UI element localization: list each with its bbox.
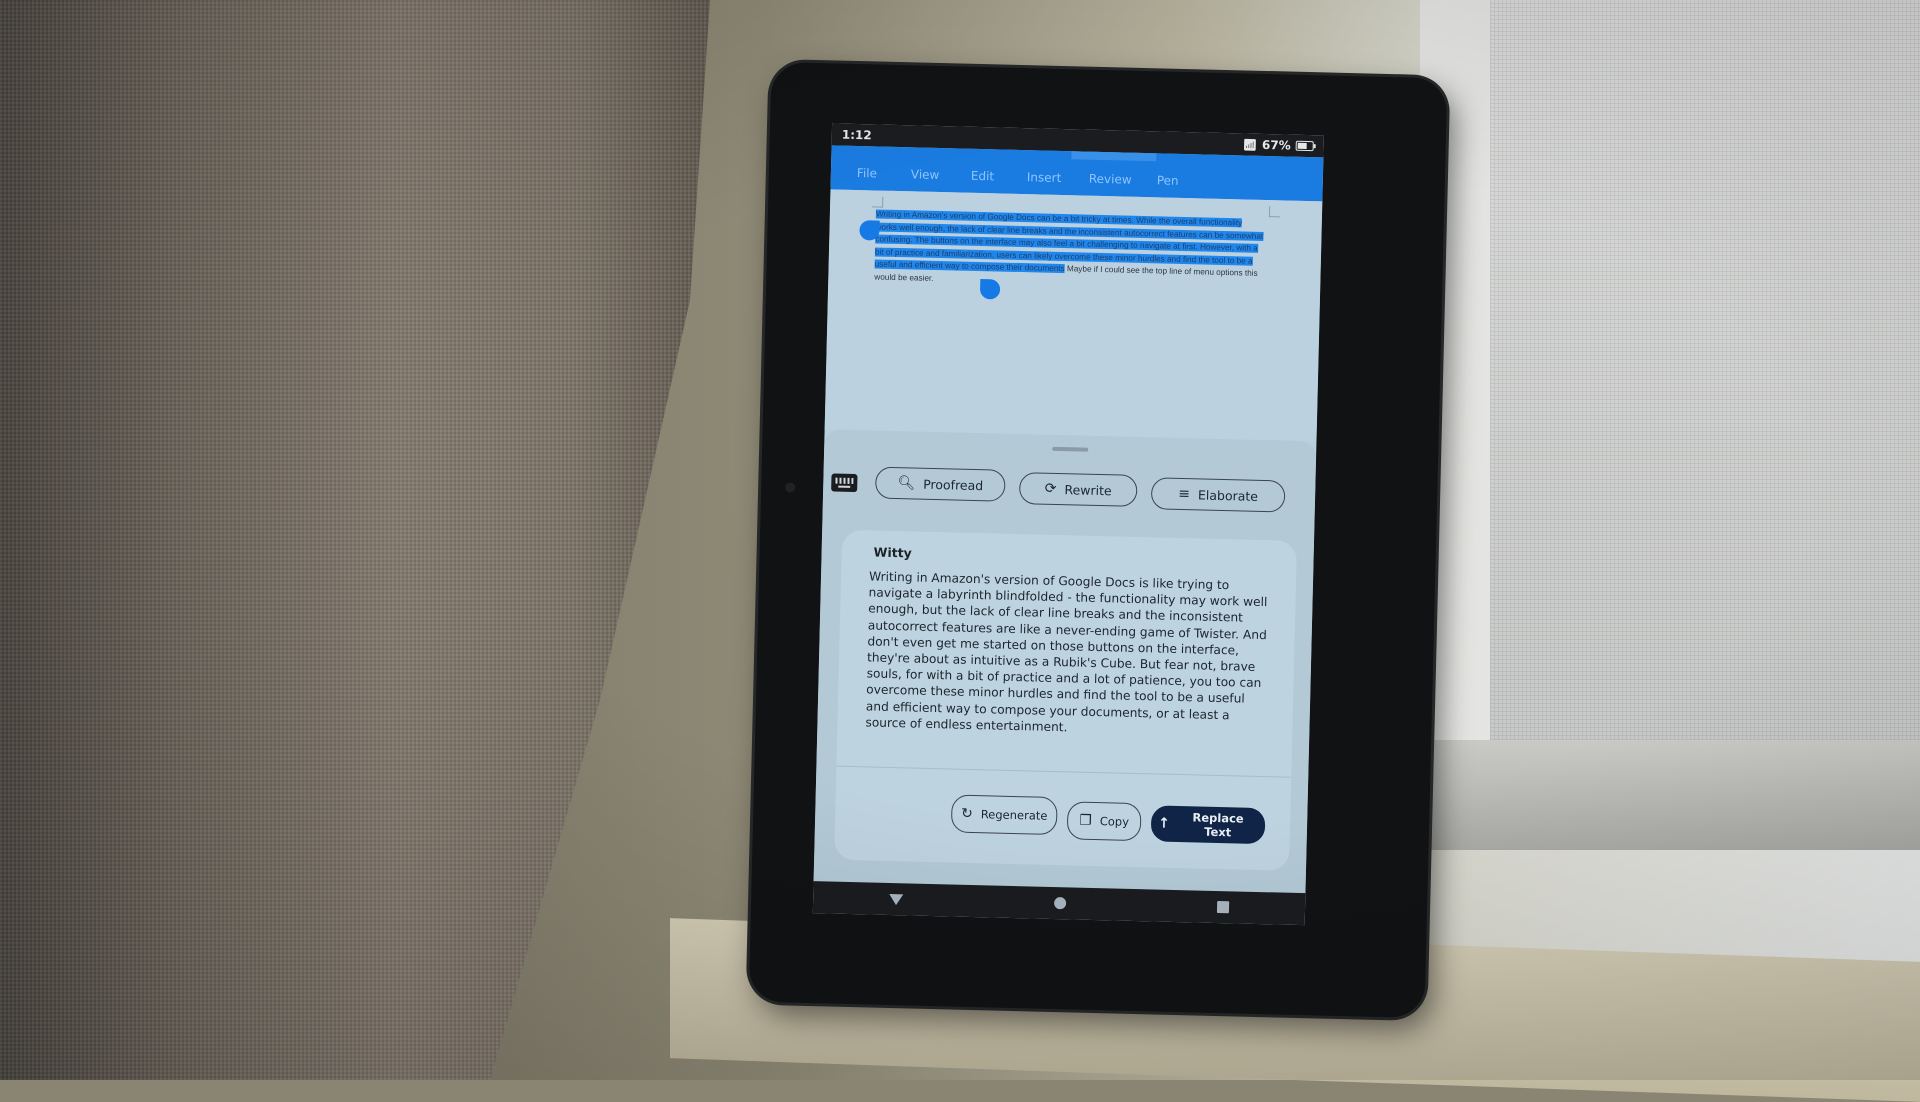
copy-label: Copy [1099, 814, 1130, 829]
result-text: Writing in Amazon's version of Google Do… [865, 569, 1268, 735]
battery-percent: 67% [1261, 137, 1291, 153]
menu-edit[interactable]: Edit [971, 169, 995, 184]
result-style-title: Witty [873, 544, 912, 561]
elaborate-button[interactable]: ≡ Elaborate [1150, 477, 1286, 513]
proofread-icon: 🔍︎ [897, 475, 916, 492]
regenerate-label: Regenerate [980, 807, 1048, 823]
replace-text-button[interactable]: ↑ Replace Text [1150, 805, 1266, 845]
wifi-icon: 📶︎ [1242, 137, 1258, 152]
result-actions: ↻ Regenerate ❐ Copy ↑ Replace Text [835, 792, 1291, 845]
writing-assistant-sheet: 🔍︎ Proofread ⟳ Rewrite ≡ Elaborate Witty… [813, 429, 1317, 894]
tablet-device: 1:12 📶︎ 67% File View Edit Insert Review… [748, 61, 1448, 1019]
copy-button[interactable]: ❐ Copy [1066, 801, 1142, 842]
rewrite-button[interactable]: ⟳ Rewrite [1018, 472, 1138, 507]
document-canvas[interactable]: Writing in Amazon's version of Google Do… [824, 189, 1323, 442]
toolbar-cutoff-button[interactable] [1071, 151, 1157, 162]
replace-text-label: Replace Text [1192, 810, 1244, 840]
status-indicators: 📶︎ 67% [1243, 137, 1314, 153]
document-body[interactable]: Writing in Amazon's version of Google Do… [874, 208, 1266, 293]
page-corner-marker [872, 196, 884, 208]
rewrite-icon: ⟳ [1044, 480, 1057, 497]
card-divider [836, 765, 1292, 778]
selection-end-handle[interactable] [979, 279, 1001, 300]
rewrite-label: Rewrite [1064, 481, 1112, 498]
menu-file[interactable]: File [857, 166, 877, 180]
result-card: Witty Writing in Amazon's version of Goo… [834, 529, 1298, 871]
proofread-label: Proofread [923, 476, 984, 493]
proofread-button[interactable]: 🔍︎ Proofread [874, 466, 1006, 502]
elaborate-icon: ≡ [1178, 485, 1191, 503]
menu-view[interactable]: View [911, 167, 940, 182]
regenerate-button[interactable]: ↻ Regenerate [950, 794, 1058, 836]
elaborate-label: Elaborate [1197, 486, 1259, 504]
menu-review[interactable]: Review [1089, 172, 1132, 187]
status-time: 1:12 [841, 127, 872, 143]
arrow-up-icon: ↑ [1157, 815, 1171, 832]
back-icon[interactable] [888, 893, 903, 905]
menu-insert[interactable]: Insert [1027, 170, 1062, 185]
window-jamb [1400, 740, 1920, 850]
keyboard-icon[interactable] [831, 473, 858, 493]
battery-icon [1295, 140, 1314, 152]
home-icon[interactable] [1053, 897, 1067, 910]
window-screen-mesh [1490, 0, 1920, 740]
assistant-actions: 🔍︎ Proofread ⟳ Rewrite ≡ Elaborate [823, 465, 1316, 517]
recents-icon[interactable] [1217, 901, 1230, 914]
copy-icon: ❐ [1079, 812, 1093, 829]
regenerate-icon: ↻ [960, 805, 973, 823]
tablet-screen: 1:12 📶︎ 67% File View Edit Insert Review… [812, 123, 1324, 926]
menu-pen[interactable]: Pen [1157, 173, 1179, 188]
page-corner-marker [1268, 206, 1281, 218]
sheet-drag-handle[interactable] [1052, 446, 1089, 452]
front-camera [785, 482, 796, 493]
